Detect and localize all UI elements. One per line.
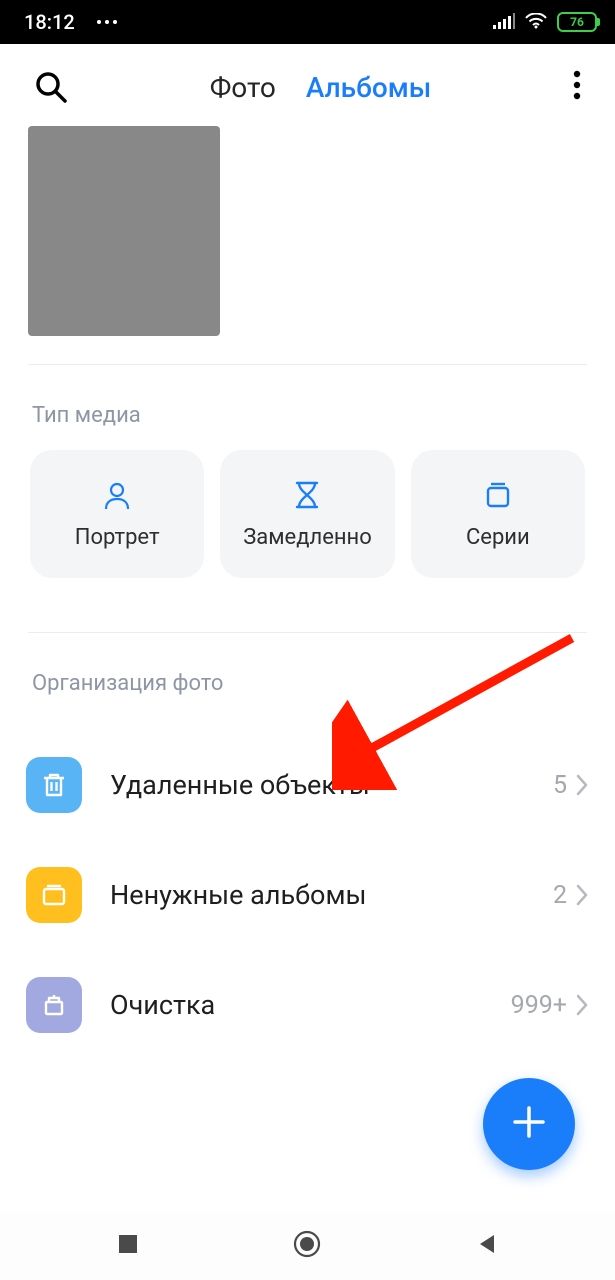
section-header-media-type: Тип медиа: [0, 393, 615, 450]
more-options-icon[interactable]: [573, 70, 581, 104]
nav-recents-icon[interactable]: [116, 1232, 140, 1260]
media-type-burst[interactable]: Серии: [411, 450, 585, 578]
nav-home-icon[interactable]: [292, 1229, 322, 1263]
burst-icon: [482, 479, 514, 511]
tab-photos[interactable]: Фото: [210, 71, 276, 104]
org-item-label: Очистка: [110, 989, 511, 1021]
chevron-right-icon: [575, 773, 589, 797]
trash-icon: [26, 757, 82, 813]
org-item-label: Ненужные альбомы: [110, 879, 553, 911]
org-item-count: 2: [553, 881, 567, 910]
media-type-label: Замедленно: [243, 525, 372, 550]
media-type-label: Серии: [466, 525, 530, 550]
folder-icon: [26, 867, 82, 923]
chevron-right-icon: [575, 883, 589, 907]
album-thumbnail[interactable]: [28, 126, 220, 336]
org-item-unneeded-albums[interactable]: Ненужные альбомы 2: [26, 840, 589, 950]
status-notification-dots-icon: [97, 20, 117, 24]
tab-albums[interactable]: Альбомы: [306, 71, 431, 104]
battery-percent: 76: [557, 12, 597, 32]
media-type-portrait[interactable]: Портрет: [30, 450, 204, 578]
plus-icon: [509, 1102, 549, 1146]
wifi-icon: [525, 10, 547, 34]
signal-icon: [493, 10, 515, 34]
media-type-slowmo[interactable]: Замедленно: [220, 450, 394, 578]
status-time: 18:12: [24, 10, 75, 34]
media-type-label: Портрет: [75, 525, 160, 550]
tabs: Фото Альбомы: [68, 71, 573, 104]
divider: [28, 632, 587, 633]
org-item-label: Удаленные объекты: [110, 769, 553, 801]
add-album-fab[interactable]: [483, 1078, 575, 1170]
battery-icon: 76: [557, 12, 597, 32]
app-bar: Фото Альбомы: [0, 48, 615, 126]
nav-back-icon[interactable]: [475, 1232, 499, 1260]
search-icon[interactable]: [34, 70, 68, 104]
blurred-image-placeholder: [28, 126, 220, 336]
org-item-count: 5: [553, 771, 567, 800]
section-header-organization: Организация фото: [0, 661, 615, 718]
divider: [28, 364, 587, 365]
hourglass-icon: [291, 479, 323, 511]
cleanup-icon: [26, 977, 82, 1033]
org-item-count: 999+: [511, 991, 567, 1020]
org-item-deleted[interactable]: Удаленные объекты 5: [26, 730, 589, 840]
system-nav-bar: [0, 1212, 615, 1280]
org-item-cleanup[interactable]: Очистка 999+: [26, 950, 589, 1060]
portrait-icon: [101, 479, 133, 511]
chevron-right-icon: [575, 993, 589, 1017]
status-bar: 18:12 76: [0, 0, 615, 44]
